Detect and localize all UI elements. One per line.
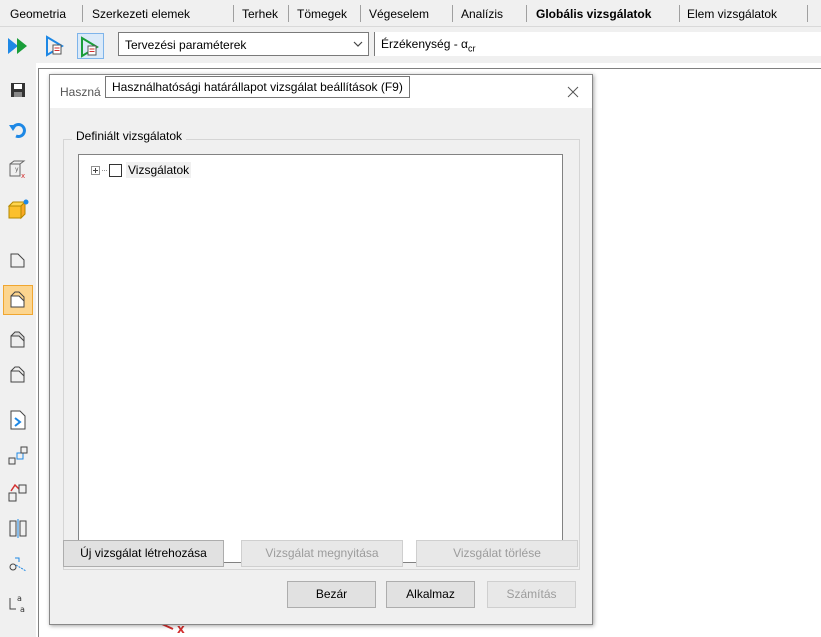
tab-globalis-vizsgalatok[interactable]: Globális vizsgálatok xyxy=(536,6,651,22)
serviceability-check-dialog: Haszná Definiált vizsgálatok Vizsgálatok… xyxy=(49,74,593,625)
plate-outline-icon xyxy=(10,253,25,268)
coordinate-button[interactable]: y x xyxy=(3,155,33,185)
tab-geometria[interactable]: Geometria xyxy=(10,6,66,22)
tab-elem-vizsgalatok[interactable]: Elem vizsgálatok xyxy=(687,6,777,22)
open-check-button[interactable]: Vizsgálat megnyitása xyxy=(241,540,403,567)
left-toolbar: y x a a xyxy=(0,63,36,637)
close-button[interactable]: Bezár xyxy=(287,581,376,608)
tree-connector xyxy=(102,169,107,171)
mirror-button[interactable] xyxy=(3,513,33,543)
save-button[interactable] xyxy=(3,75,33,105)
document-arrow-button[interactable] xyxy=(3,405,33,435)
run-check-button[interactable] xyxy=(44,34,68,58)
defined-checks-label: Definiált vizsgálatok xyxy=(72,129,187,143)
tab-separator xyxy=(233,5,234,22)
calculate-button[interactable]: Számítás xyxy=(487,581,576,608)
tab-analizis[interactable]: Analízis xyxy=(461,6,503,22)
run-check-icon xyxy=(46,35,64,57)
tab-tomegek[interactable]: Tömegek xyxy=(297,6,347,22)
run-all-button[interactable] xyxy=(6,34,30,58)
nodes-icon xyxy=(8,446,28,465)
tree-node-root[interactable]: Vizsgálatok xyxy=(91,161,192,179)
tree-node-checkbox[interactable] xyxy=(109,163,122,177)
scale-icon xyxy=(9,557,27,572)
svg-text:y: y xyxy=(15,166,19,173)
coordinate-icon: y x xyxy=(9,160,26,180)
apply-button[interactable]: Alkalmaz xyxy=(386,581,475,608)
rename-button[interactable]: a a xyxy=(3,588,33,618)
nodes-button[interactable] xyxy=(3,441,33,471)
nodes-red-button[interactable] xyxy=(3,477,33,507)
tab-vegeselem[interactable]: Végeselem xyxy=(369,6,429,22)
tooltip: Használhatósági határállapot vizsgálat b… xyxy=(105,76,410,98)
tab-separator xyxy=(452,5,453,22)
expand-icon[interactable] xyxy=(91,165,100,175)
shell-button[interactable] xyxy=(3,325,33,355)
tab-separator xyxy=(288,5,289,22)
close-icon[interactable] xyxy=(566,85,580,99)
solid-box-icon xyxy=(7,199,29,220)
sensitivity-select[interactable]: Érzékenység - αcr xyxy=(374,32,821,56)
nodes-red-icon xyxy=(8,483,27,502)
scale-button[interactable] xyxy=(3,549,33,579)
save-icon xyxy=(11,83,25,97)
run-settings-icon xyxy=(81,36,99,58)
design-parameter-value: Tervezési paraméterek xyxy=(125,38,247,52)
plate-filled-icon xyxy=(10,291,25,308)
serviceability-check-settings-button[interactable] xyxy=(77,33,104,59)
svg-text:a: a xyxy=(20,605,25,614)
sensitivity-label: Érzékenység - αcr xyxy=(381,37,476,54)
shell-outline-button[interactable] xyxy=(3,360,33,390)
design-parameter-select[interactable]: Tervezési paraméterek xyxy=(118,32,369,56)
ribbon-tabbar: Geometria Szerkezeti elemek Terhek Tömeg… xyxy=(0,0,821,27)
run-all-icon xyxy=(8,38,27,54)
tab-separator xyxy=(82,5,83,22)
svg-text:a: a xyxy=(17,594,22,603)
tab-terhek[interactable]: Terhek xyxy=(242,6,278,22)
rename-icon: a a xyxy=(9,594,25,614)
chevron-down-icon xyxy=(353,41,363,47)
application-window: Geometria Szerkezeti elemek Terhek Tömeg… xyxy=(0,0,821,637)
tab-separator xyxy=(679,5,680,22)
undo-icon xyxy=(9,123,26,138)
tab-separator xyxy=(360,5,361,22)
svg-text:x: x xyxy=(21,172,25,180)
tab-szerkezeti-elemek[interactable]: Szerkezeti elemek xyxy=(92,6,190,22)
shell-outline-icon xyxy=(10,366,25,383)
undo-button[interactable] xyxy=(3,115,33,145)
tree-node-label: Vizsgálatok xyxy=(126,162,192,178)
tab-separator xyxy=(807,5,808,22)
plate-outline-button[interactable] xyxy=(3,245,33,275)
create-check-button[interactable]: Új vizsgálat létrehozása xyxy=(63,540,224,567)
checks-tree[interactable]: Vizsgálatok xyxy=(78,154,563,563)
tab-separator xyxy=(526,5,527,22)
dialog-title: Haszná xyxy=(60,85,101,99)
document-arrow-icon xyxy=(10,410,26,430)
shell-icon xyxy=(10,331,25,348)
mirror-icon xyxy=(9,519,27,538)
plate-filled-button[interactable] xyxy=(3,285,33,315)
delete-check-button[interactable]: Vizsgálat törlése xyxy=(416,540,578,567)
solid-box-button[interactable] xyxy=(3,195,33,225)
